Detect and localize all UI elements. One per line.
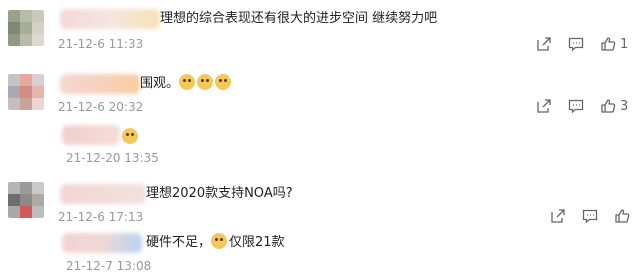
comment-text: 理想2020款支持NOA吗? <box>146 186 293 201</box>
comment-icon <box>568 37 584 52</box>
doge-emoji-icon <box>215 74 232 90</box>
comment-icon <box>568 99 584 114</box>
share-button[interactable] <box>536 98 552 114</box>
like-count: 1 <box>620 36 629 52</box>
username-blurred[interactable] <box>60 9 160 29</box>
share-icon <box>537 99 551 113</box>
comment-date: 21-12-6 11:33 <box>58 37 144 51</box>
avatar[interactable] <box>8 10 44 46</box>
like-count: 3 <box>620 98 629 114</box>
comment-button[interactable] <box>568 36 584 52</box>
share-button[interactable] <box>536 36 552 52</box>
thumb-up-icon <box>601 99 616 113</box>
comment-date: 21-12-6 17:13 <box>58 210 144 224</box>
comment-text: 围观。 <box>140 74 233 94</box>
share-icon <box>551 209 565 223</box>
comment-icon <box>582 209 598 224</box>
comment-text: 理想的综合表现还有很大的进步空间 继续努力吧 <box>160 11 438 26</box>
reply-username-blurred[interactable] <box>62 233 142 253</box>
doge-emoji-icon <box>211 233 228 249</box>
reply-text-after: 仅限21款 <box>229 235 285 250</box>
thumb-up-icon <box>615 209 630 223</box>
avatar[interactable] <box>8 182 44 218</box>
reply-text: 硬件不足， 仅限21款 <box>146 233 285 253</box>
comment-button[interactable] <box>582 208 598 224</box>
share-button[interactable] <box>550 208 566 224</box>
username-blurred[interactable] <box>60 184 146 204</box>
thumb-up-icon <box>601 37 616 51</box>
doge-emoji-icon <box>179 74 196 90</box>
avatar[interactable] <box>8 74 44 110</box>
like-button[interactable]: 1 <box>600 36 628 52</box>
doge-emoji-icon <box>197 74 214 90</box>
like-button[interactable] <box>614 208 630 224</box>
comment-date: 21-12-6 20:32 <box>58 100 144 114</box>
reply-text-before: 硬件不足， <box>146 235 212 250</box>
comment-button[interactable] <box>568 98 584 114</box>
comment-text-label: 围观。 <box>140 76 180 91</box>
doge-emoji-icon <box>122 128 138 144</box>
share-icon <box>537 37 551 51</box>
like-button[interactable]: 3 <box>600 98 628 114</box>
reply-username-blurred[interactable] <box>62 125 120 145</box>
username-blurred[interactable] <box>60 74 140 94</box>
reply-date: 21-12-20 13:35 <box>66 151 159 165</box>
